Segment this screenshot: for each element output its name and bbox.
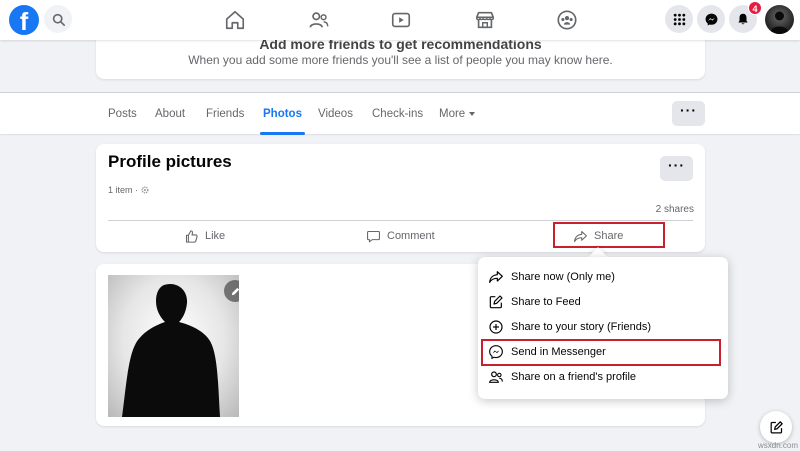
divider — [108, 220, 693, 221]
menu-button[interactable] — [665, 5, 693, 33]
nav-groups[interactable] — [555, 8, 579, 32]
album-title: Profile pictures — [108, 152, 232, 171]
comment-label: Comment — [387, 230, 435, 242]
friends-icon — [309, 12, 329, 28]
bell-icon — [738, 13, 748, 25]
marketplace-icon — [475, 11, 495, 29]
messenger-icon — [705, 13, 717, 25]
tab-about[interactable]: About — [155, 93, 185, 135]
notification-badge: 4 — [748, 1, 762, 15]
profile-tab-bar: Posts About Friends Photos Videos Check-… — [0, 92, 800, 135]
facebook-logo[interactable]: f — [9, 5, 39, 35]
recommendation-subtitle: When you add some more friends you'll se… — [188, 53, 613, 67]
menu-item-label: Share now (Only me) — [511, 271, 615, 283]
share-highlight-box — [553, 222, 665, 248]
menu-item-share-to-feed[interactable]: Share to Feed — [484, 290, 722, 314]
edit-square-icon — [489, 295, 503, 309]
tab-more[interactable]: More — [439, 93, 476, 135]
menu-item-share-on-friends-profile[interactable]: Share on a friend's profile — [484, 365, 722, 389]
people-icon — [489, 371, 503, 383]
edit-photo-button[interactable] — [224, 280, 239, 302]
search-icon — [52, 13, 65, 26]
thumbs-up-icon — [185, 229, 198, 243]
tab-photos[interactable]: Photos — [260, 93, 305, 135]
gear-icon — [141, 186, 149, 194]
pencil-icon — [231, 287, 239, 295]
tab-posts[interactable]: Posts — [108, 93, 137, 135]
like-label: Like — [205, 230, 226, 242]
nav-watch[interactable] — [389, 8, 413, 32]
watch-icon — [391, 12, 411, 28]
search-button[interactable] — [44, 5, 72, 33]
plus-circle-icon — [489, 320, 503, 334]
comment-button[interactable]: Comment — [366, 224, 435, 248]
messenger-button[interactable] — [697, 5, 725, 33]
menu-item-label: Share on a friend's profile — [511, 371, 637, 383]
profile-photo-thumbnail[interactable] — [108, 275, 239, 417]
album-options-button[interactable]: ··· — [660, 156, 693, 181]
album-item-count: 1 item · — [108, 185, 149, 195]
compose-icon — [770, 420, 783, 433]
tab-more-label: More — [439, 108, 466, 120]
profile-more-options-button[interactable]: ··· — [672, 101, 705, 126]
like-button[interactable]: Like — [184, 224, 225, 248]
menu-item-label: Share to your story (Friends) — [511, 321, 651, 333]
person-silhouette-image — [122, 283, 220, 417]
share-menu: Share now (Only me) Share to Feed Share … — [478, 257, 728, 399]
tab-check-ins[interactable]: Check-ins — [372, 93, 423, 135]
item-count-label: 1 item · — [108, 185, 139, 195]
nav-home[interactable] — [223, 8, 247, 32]
nav-marketplace[interactable] — [473, 8, 497, 32]
recommendation-card: Add more friends to get recommendations … — [96, 36, 705, 79]
caret-down-icon — [469, 111, 476, 116]
avatar-silhouette-icon — [770, 11, 789, 34]
menu-item-share-to-story[interactable]: Share to your story (Friends) — [484, 315, 722, 339]
home-icon — [225, 10, 245, 30]
comment-icon — [367, 230, 380, 242]
menu-item-share-now[interactable]: Share now (Only me) — [484, 265, 722, 289]
menu-item-label: Share to Feed — [511, 296, 581, 308]
watermark: wsxdn.com — [758, 441, 799, 450]
new-message-button[interactable] — [760, 411, 792, 443]
send-in-messenger-highlight-box — [481, 339, 721, 366]
share-count[interactable]: 2 shares — [656, 204, 694, 215]
menu-grid-icon — [673, 13, 685, 25]
tab-videos[interactable]: Videos — [318, 93, 353, 135]
groups-icon — [557, 10, 577, 30]
nav-friends[interactable] — [307, 8, 331, 32]
top-navigation-bar: f 4 — [0, 0, 800, 40]
tab-friends[interactable]: Friends — [206, 93, 244, 135]
share-arrow-icon — [489, 271, 503, 283]
account-avatar[interactable] — [765, 5, 794, 34]
